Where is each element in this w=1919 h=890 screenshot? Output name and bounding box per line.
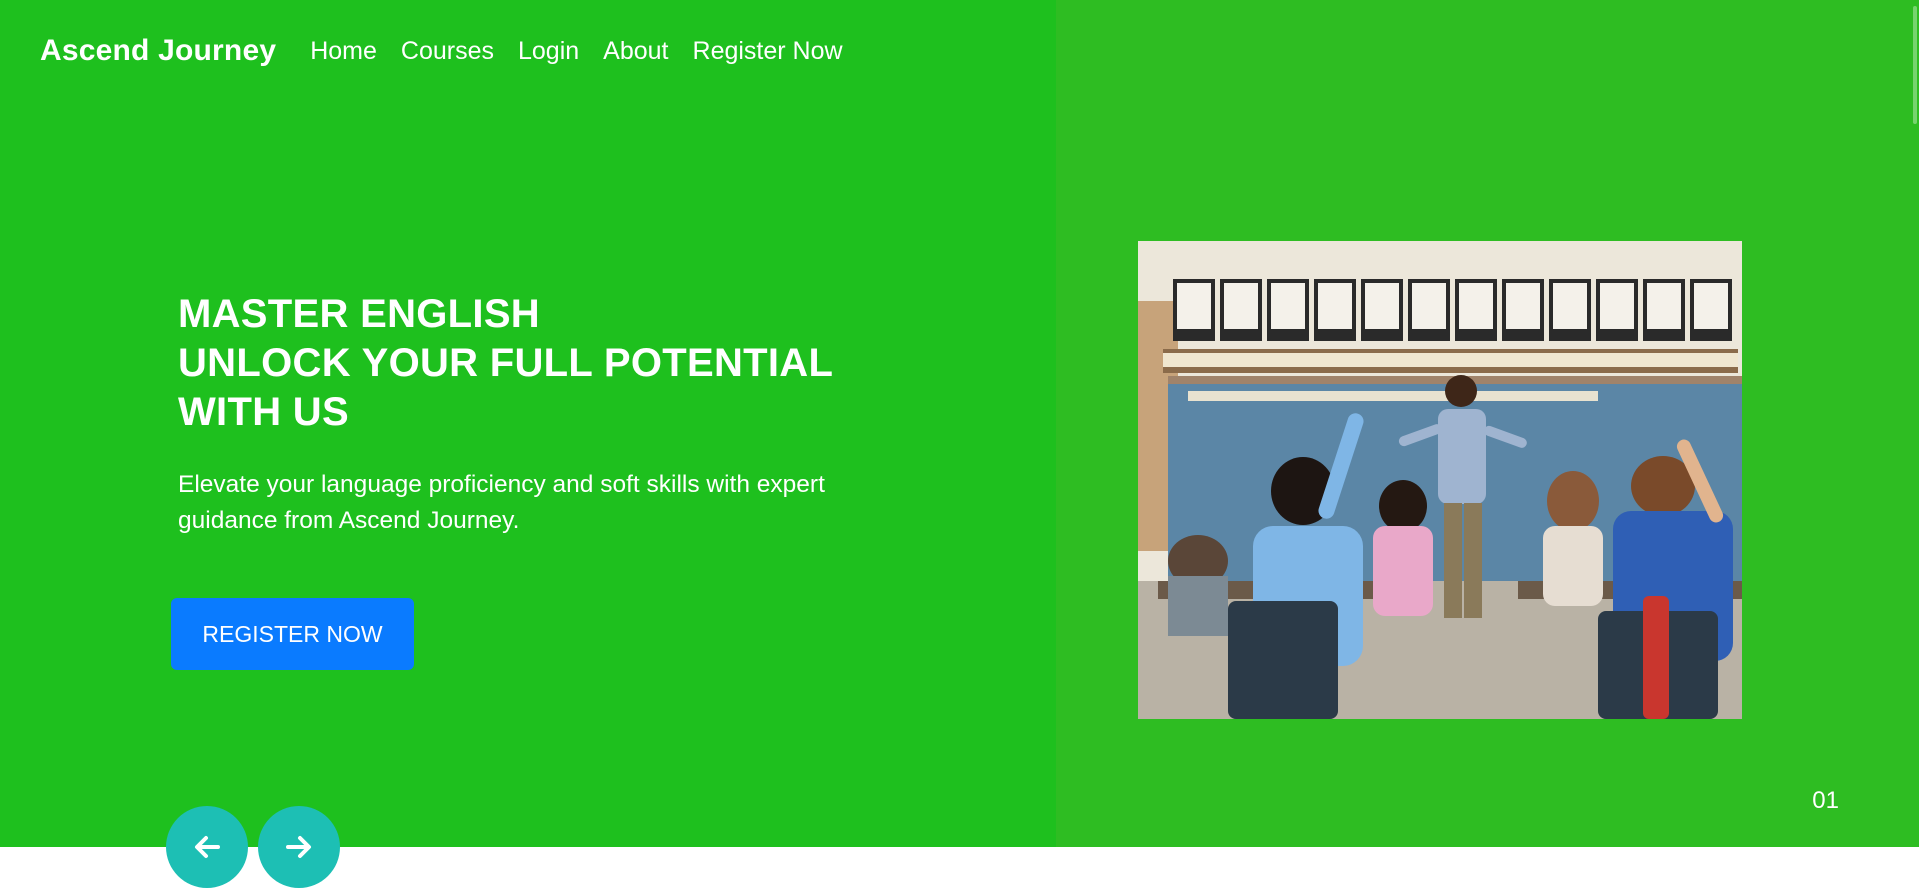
headline-line-3: WITH US	[178, 390, 349, 434]
classroom-photo	[1138, 241, 1742, 719]
nav-link-login[interactable]: Login	[518, 37, 579, 66]
subtext-line-2: guidance from Ascend Journey.	[178, 507, 520, 534]
nav-link-courses[interactable]: Courses	[401, 37, 494, 66]
hero-left-panel: Ascend Journey Home Courses Login About …	[0, 0, 1056, 888]
classroom-illustration	[1138, 241, 1742, 719]
slide-number: 01	[1812, 787, 1839, 814]
register-now-button[interactable]: REGISTER NOW	[171, 598, 414, 670]
nav-link-about[interactable]: About	[603, 37, 668, 66]
headline-line-1: MASTER ENGLISH	[178, 292, 540, 336]
navbar: Ascend Journey Home Courses Login About …	[40, 34, 867, 68]
subtext-line-1: Elevate your language proficiency and so…	[178, 471, 825, 498]
nav-link-register[interactable]: Register Now	[693, 37, 843, 66]
hero-headline: MASTER ENGLISH UNLOCK YOUR FULL POTENTIA…	[178, 290, 918, 437]
carousel-next-button[interactable]	[258, 806, 340, 888]
brand-logo[interactable]: Ascend Journey	[40, 34, 276, 68]
arrow-left-icon	[195, 836, 220, 858]
hero-text: MASTER ENGLISH UNLOCK YOUR FULL POTENTIA…	[178, 290, 918, 539]
nav-link-home[interactable]: Home	[310, 37, 377, 66]
hero-subtext: Elevate your language proficiency and so…	[178, 467, 918, 539]
hero-right-panel: 01	[1056, 0, 1919, 847]
scrollbar-thumb[interactable]	[1913, 6, 1917, 124]
carousel-prev-button[interactable]	[166, 806, 248, 888]
headline-line-2: UNLOCK YOUR FULL POTENTIAL	[178, 341, 834, 385]
hero-section: Ascend Journey Home Courses Login About …	[0, 0, 1919, 888]
arrow-right-icon	[286, 836, 311, 858]
